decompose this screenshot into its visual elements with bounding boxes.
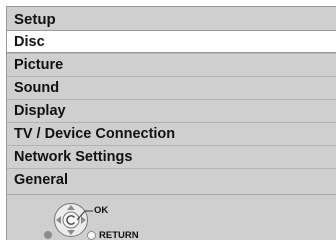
- menu-item-display[interactable]: Display: [7, 99, 336, 122]
- menu-item-general[interactable]: General: [7, 168, 336, 191]
- button-guide: OK RETURN: [7, 194, 336, 242]
- grey-dot-icon: [44, 231, 52, 239]
- setup-menu-panel: Setup Disc Picture Sound Display TV / De…: [6, 6, 336, 242]
- menu-item-sound[interactable]: Sound: [7, 76, 336, 99]
- return-label: RETURN: [99, 230, 139, 241]
- menu-item-picture[interactable]: Picture: [7, 53, 336, 76]
- return-button-icon: [87, 231, 96, 240]
- menu-item-tv-device-connection[interactable]: TV / Device Connection: [7, 122, 336, 145]
- ok-label: OK: [94, 205, 109, 216]
- menu-item-disc[interactable]: Disc: [7, 30, 336, 53]
- ok-pointer-line: [77, 210, 93, 221]
- menu-item-network-settings[interactable]: Network Settings: [7, 145, 336, 168]
- menu-title: Setup: [14, 11, 56, 28]
